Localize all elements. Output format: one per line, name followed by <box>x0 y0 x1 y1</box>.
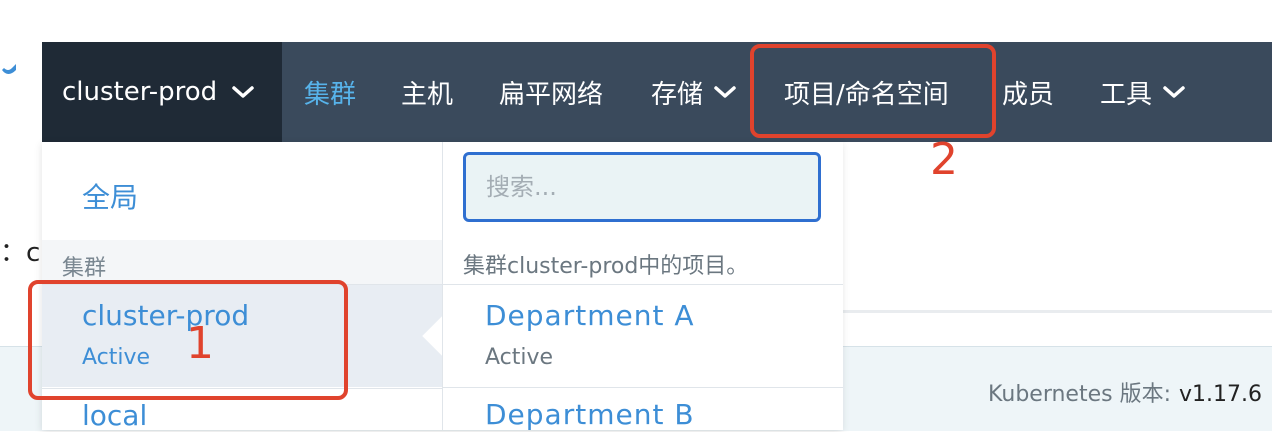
cluster-switcher-label: cluster-prod <box>62 77 218 107</box>
nav-clusters[interactable]: 集群 <box>304 42 356 142</box>
annotation-box-2 <box>750 44 996 138</box>
global-link[interactable]: 全局 <box>82 176 138 216</box>
kubernetes-version-value: v1.17.6 <box>1179 382 1262 407</box>
nav-tools[interactable]: 工具 <box>1100 42 1186 142</box>
kubernetes-version-label: Kubernetes 版本: <box>988 382 1171 407</box>
annotation-number-2: 2 <box>930 134 958 185</box>
project-item-status: Active <box>485 345 554 370</box>
project-list-header: 集群cluster-prod中的项目。 <box>463 254 749 279</box>
nav-flat-network[interactable]: 扁平网络 <box>499 42 603 142</box>
chevron-down-icon <box>714 86 736 98</box>
nav-hosts[interactable]: 主机 <box>401 42 453 142</box>
cluster-switcher[interactable]: cluster-prod <box>42 42 282 142</box>
cluster-section-label: 集群 <box>62 256 107 281</box>
annotation-number-1: 1 <box>186 318 214 369</box>
cluster-item-name: local <box>82 399 148 432</box>
project-item-name: Department A <box>485 299 695 332</box>
kubernetes-version: Kubernetes 版本: v1.17.6 <box>988 376 1262 408</box>
project-item-name: Department B <box>485 398 695 431</box>
project-item-department-a[interactable]: Department A Active <box>443 285 843 387</box>
logo-fragment <box>0 58 20 80</box>
chevron-down-icon <box>1163 86 1185 98</box>
cluster-section-header: 集群 <box>42 240 442 285</box>
background-partial-text: ：c <box>0 238 41 268</box>
divider <box>842 310 1272 313</box>
nav-storage[interactable]: 存储 <box>651 42 737 142</box>
nav-members[interactable]: 成员 <box>1002 42 1054 142</box>
top-navigation: cluster-prod 集群 主机 扁平网络 存储 项目/命名空间 成员 工具 <box>42 42 1272 142</box>
nav-storage-label: 存储 <box>651 79 704 110</box>
project-item-department-b[interactable]: Department B <box>443 388 843 431</box>
chevron-down-icon <box>232 86 254 98</box>
project-list-panel: 集群cluster-prod中的项目。 Department A Active … <box>442 142 843 431</box>
project-search-input[interactable] <box>463 152 821 222</box>
nav-tools-label: 工具 <box>1100 79 1153 110</box>
